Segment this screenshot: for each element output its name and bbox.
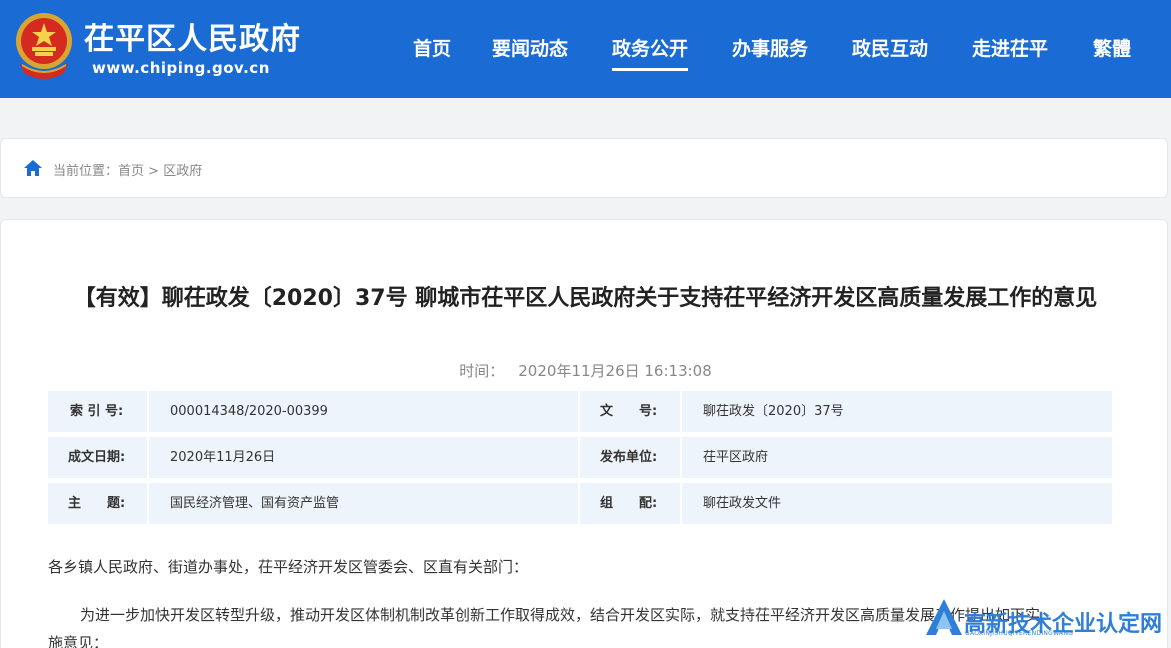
divider bbox=[578, 483, 580, 524]
article-paragraph: 为进一步加快开发区转型升级，推动开发区体制机制改革创新工作取得成效，结合开发区实… bbox=[80, 606, 1041, 624]
publisher-value: 茌平区政府 bbox=[703, 450, 769, 465]
meta-row: 主 题: 国民经济管理、国有资产监管 组 配: 聊茌政发文件 bbox=[48, 483, 1112, 524]
breadcrumb-prefix: 当前位置： bbox=[53, 164, 119, 179]
nav-item-services[interactable]: 办事服务 bbox=[732, 34, 808, 61]
watermark-subtext: GAOXINJISHUQIYERENDINGWANG bbox=[965, 630, 1074, 637]
category-value: 聊茌政发文件 bbox=[703, 496, 782, 511]
national-emblem-icon bbox=[16, 13, 72, 79]
home-icon bbox=[24, 160, 42, 176]
doc-no-value: 聊茌政发〔2020〕37号 bbox=[703, 404, 844, 419]
index-value: 000014348/2020-00399 bbox=[170, 404, 328, 419]
site-header: 茌平区人民政府 www.chiping.gov.cn 首页 要闻动态 政务公开 … bbox=[0, 0, 1171, 98]
meta-row: 索 引 号: 000014348/2020-00399 文 号: 聊茌政发〔20… bbox=[48, 391, 1112, 432]
breadcrumb-path: 当前位置：首页 > 区政府 bbox=[53, 160, 202, 179]
time-label: 时间： bbox=[459, 362, 505, 380]
divider bbox=[147, 437, 149, 478]
article-addressee: 各乡镇人民政府、街道办事处，茌平经济开发区管委会、区直有关部门： bbox=[48, 558, 529, 576]
nav-item-home[interactable]: 首页 bbox=[413, 34, 451, 61]
divider bbox=[147, 391, 149, 432]
article-title: 【有效】聊茌政发〔2020〕37号 聊城市茌平区人民政府关于支持茌平经济开发区高… bbox=[73, 286, 1098, 311]
divider bbox=[147, 483, 149, 524]
divider bbox=[680, 483, 682, 524]
divider bbox=[680, 437, 682, 478]
index-label: 索 引 号: bbox=[70, 404, 124, 419]
nav-item-about[interactable]: 走进茌平 bbox=[972, 34, 1048, 61]
divider bbox=[680, 391, 682, 432]
breadcrumb: 当前位置：首页 > 区政府 bbox=[0, 138, 1168, 198]
nav-item-traditional[interactable]: 繁體 bbox=[1093, 34, 1131, 61]
doc-no-label: 文 号: bbox=[600, 404, 658, 419]
category-label: 组 配: bbox=[600, 496, 658, 511]
nav-item-interaction[interactable]: 政民互动 bbox=[852, 34, 928, 61]
nav-item-news[interactable]: 要闻动态 bbox=[492, 34, 568, 61]
subject-label: 主 题: bbox=[68, 496, 126, 511]
article-time: 时间： 2020年11月26日 16:13:08 bbox=[0, 360, 1171, 381]
divider bbox=[578, 391, 580, 432]
breadcrumb-current-link[interactable]: 区政府 bbox=[163, 164, 202, 179]
date-label: 成文日期: bbox=[68, 450, 126, 465]
publisher-label: 发布单位: bbox=[600, 450, 658, 465]
site-url: www.chiping.gov.cn bbox=[92, 59, 270, 77]
nav-item-gov-affairs[interactable]: 政务公开 bbox=[612, 34, 689, 71]
breadcrumb-home-link[interactable]: 首页 bbox=[118, 164, 144, 179]
meta-row: 成文日期: 2020年11月26日 发布单位: 茌平区政府 bbox=[48, 437, 1112, 478]
article-paragraph-continued: 施意见： bbox=[48, 634, 109, 648]
divider bbox=[578, 437, 580, 478]
time-value: 2020年11月26日 16:13:08 bbox=[518, 362, 712, 380]
watermark-logo-icon bbox=[926, 599, 962, 635]
breadcrumb-separator: > bbox=[148, 164, 160, 179]
date-value: 2020年11月26日 bbox=[170, 450, 276, 465]
site-title[interactable]: 茌平区人民政府 bbox=[84, 14, 301, 58]
subject-value: 国民经济管理、国有资产监管 bbox=[170, 496, 340, 511]
